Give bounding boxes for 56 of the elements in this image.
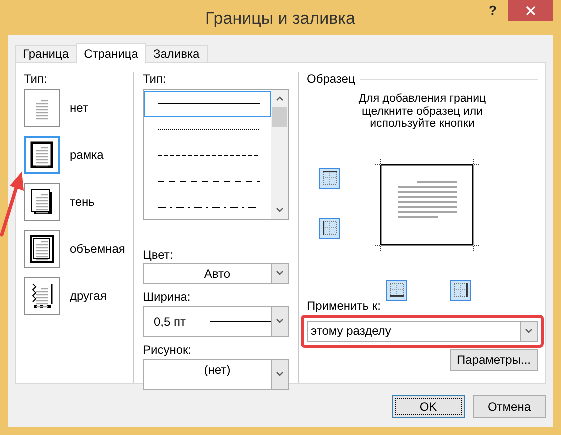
chevron-down-icon bbox=[276, 271, 284, 276]
setting-option[interactable] bbox=[24, 183, 60, 221]
setting-label: рамка bbox=[70, 148, 104, 162]
help-button[interactable]: ? bbox=[487, 3, 499, 18]
apply-to-label: Применить к: bbox=[307, 298, 382, 314]
line-sample-icon bbox=[158, 128, 260, 132]
setting-option[interactable] bbox=[24, 230, 60, 268]
line-sample-icon bbox=[158, 154, 260, 158]
scrollbar[interactable] bbox=[271, 90, 288, 219]
color-dropdown[interactable]: Авто bbox=[143, 263, 289, 284]
line-style-option[interactable] bbox=[144, 91, 271, 117]
setting-label: объемная bbox=[70, 242, 126, 256]
apply-to-dropdown[interactable]: этому разделу bbox=[307, 320, 538, 342]
tab[interactable]: Страница bbox=[76, 43, 146, 63]
art-dropdown[interactable]: (нет) bbox=[143, 359, 289, 390]
tab[interactable]: Граница bbox=[15, 45, 78, 62]
annotation-arrow bbox=[0, 171, 26, 237]
setting-option[interactable] bbox=[24, 136, 60, 174]
art-label: Рисунок: bbox=[143, 343, 193, 358]
border-toggle-button[interactable] bbox=[319, 168, 340, 188]
page-box-icon bbox=[29, 141, 55, 169]
scroll-thumb[interactable] bbox=[272, 107, 287, 127]
chevron-down-icon bbox=[276, 319, 284, 324]
line-sample-icon bbox=[158, 180, 260, 184]
cancel-button[interactable]: Отмена bbox=[473, 395, 546, 418]
page-bevel-icon bbox=[29, 235, 55, 263]
border-top-icon bbox=[322, 171, 336, 185]
window-title: Границы и заливка bbox=[206, 8, 356, 28]
line-sample-icon bbox=[210, 320, 274, 323]
border-toggle-button[interactable] bbox=[450, 280, 471, 300]
preview-hint: Для добавления границ щелкните образец или используйте кнопки bbox=[358, 93, 488, 130]
page-preview[interactable] bbox=[375, 158, 479, 250]
line-sample-icon bbox=[158, 102, 260, 106]
ok-button[interactable]: OK bbox=[392, 395, 465, 418]
border-toggle-button[interactable] bbox=[386, 280, 407, 300]
width-dropdown[interactable]: 0,5 пт bbox=[143, 306, 289, 337]
border-toggle-button[interactable] bbox=[319, 218, 340, 238]
close-icon bbox=[526, 6, 536, 16]
setting-label: Тип: bbox=[24, 72, 48, 87]
setting-label: тень bbox=[70, 195, 95, 209]
close-button[interactable] bbox=[508, 0, 553, 21]
chevron-down-icon bbox=[525, 328, 533, 334]
border-right-icon bbox=[454, 283, 468, 297]
color-label: Цвет: bbox=[143, 248, 174, 263]
style-label: Тип: bbox=[143, 72, 168, 87]
group-title: Образец bbox=[307, 72, 356, 86]
border-bottom-icon bbox=[390, 283, 404, 297]
page-shadow-icon bbox=[29, 188, 55, 216]
setting-option[interactable] bbox=[24, 277, 60, 315]
chevron-down-icon bbox=[276, 372, 284, 377]
width-label: Ширина: bbox=[143, 290, 192, 305]
setting-label: другая bbox=[70, 289, 107, 303]
options-button[interactable]: Параметры... bbox=[450, 348, 538, 370]
tab[interactable]: Заливка bbox=[145, 45, 208, 62]
setting-label: нет bbox=[70, 101, 88, 115]
border-left-icon bbox=[322, 221, 336, 235]
